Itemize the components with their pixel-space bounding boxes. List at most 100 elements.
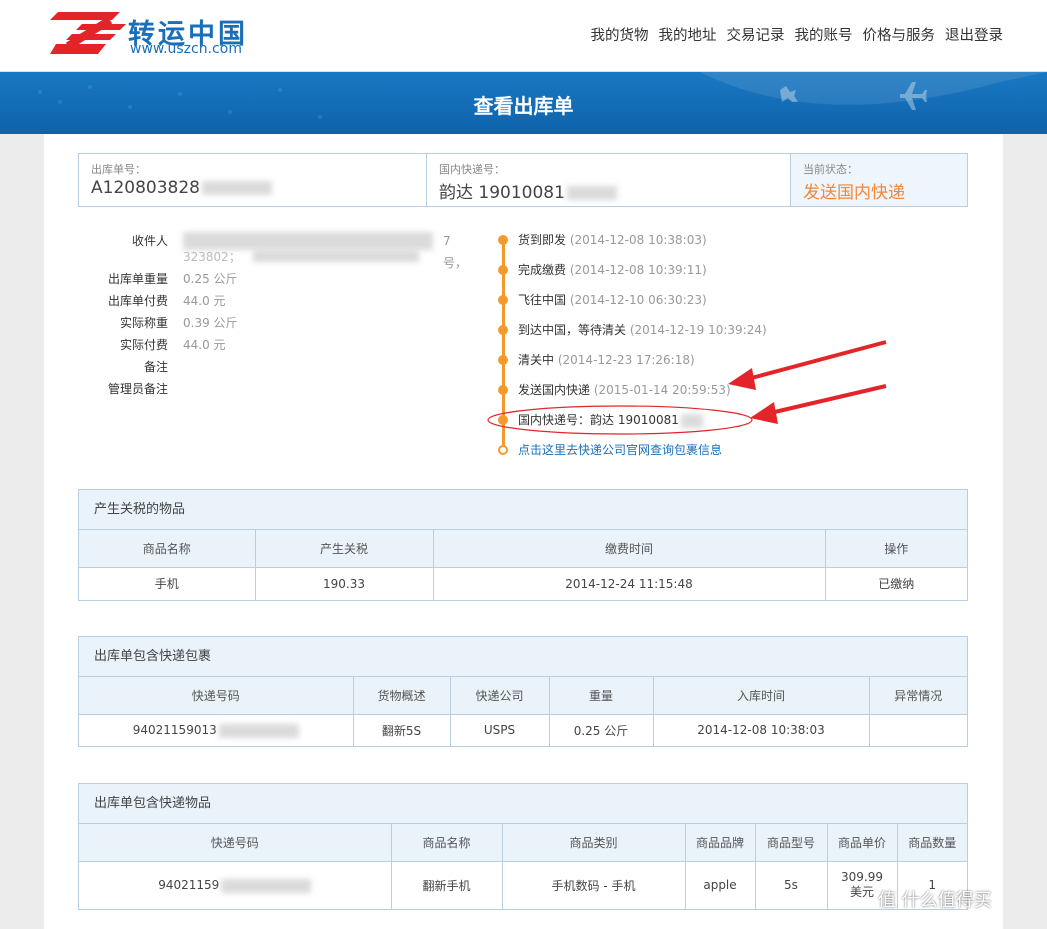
column-header: 重量 — [549, 677, 654, 715]
column-header: 货物概述 — [353, 677, 451, 715]
column-header: 快递号码 — [79, 824, 392, 862]
info-row-actual-fee: 实际付费 44.0 元 — [98, 334, 478, 356]
cell-item-name: 翻新手机 — [391, 861, 503, 909]
annotation-arrow-icon — [750, 384, 887, 424]
timeline-dot — [498, 265, 508, 275]
taxed-items-table: 商品名称 产生关税 缴费时间 操作 手机 190.33 2014-12-24 1… — [79, 530, 967, 600]
parcels-table: 快递号码 货物概述 快递公司 重量 入库时间 异常情况 94021159013 … — [79, 677, 967, 746]
logo-url: www.uszcn.com — [130, 41, 242, 57]
parcels-panel: 出库单包含快递包裹 快递号码 货物概述 快递公司 重量 入库时间 异常情况 94… — [78, 636, 968, 747]
column-header: 商品品牌 — [685, 824, 756, 862]
nav-my-address[interactable]: 我的地址 — [659, 24, 717, 45]
timeline-text: 飞往中国 — [518, 293, 567, 307]
redaction — [201, 181, 272, 195]
info-label: 管理员备注 — [107, 382, 168, 396]
cell-carrier: USPS — [450, 714, 550, 746]
info-label: 实际称重 — [119, 316, 168, 330]
tracking-number-text: 94021159 — [158, 878, 220, 892]
info-row-admin-note: 管理员备注 — [98, 378, 478, 400]
timeline-text: 货到即发 — [518, 233, 567, 247]
nav-pricing[interactable]: 价格与服务 — [863, 24, 936, 45]
status-cell: 当前状态： 发送国内快递 — [791, 154, 967, 206]
info-label: 实际付费 — [119, 338, 168, 352]
column-header: 产生关税 — [255, 530, 434, 568]
top-nav: 我的货物 我的地址 交易记录 我的账号 价格与服务 退出登录 — [581, 24, 1004, 45]
order-number-cell: 出库单号： A120803828 — [79, 154, 427, 206]
cell-item-name: 手机 — [79, 567, 256, 600]
cell-weight: 0.25 公斤 — [549, 714, 654, 746]
timeline-dot — [498, 295, 508, 305]
nav-transactions[interactable]: 交易记录 — [727, 24, 785, 45]
column-header: 入库时间 — [653, 677, 870, 715]
timeline-text: 国内快递号：韵达 19010081 — [518, 413, 679, 427]
info-row-fee: 出库单付费 44.0 元 — [98, 290, 478, 312]
annotation-arrow-icon — [728, 340, 887, 390]
timeline-dot — [498, 385, 508, 395]
table-row: 手机 190.33 2014-12-24 11:15:48 已缴纳 — [79, 567, 967, 600]
express-number-value: 韵达 19010081 — [439, 183, 565, 203]
info-label: 备注 — [143, 360, 168, 374]
info-row-actual-weight: 实际称重 0.39 公斤 — [98, 312, 478, 334]
timeline-text: 完成缴费 — [518, 263, 567, 277]
shipped-items-table: 快递号码 商品名称 商品类别 商品品牌 商品型号 商品单价 商品数量 94021… — [79, 824, 967, 909]
info-label: 出库单重量 — [107, 272, 168, 286]
nav-my-goods[interactable]: 我的货物 — [591, 24, 649, 45]
cell-description: 翻新5S — [353, 714, 451, 746]
redaction — [221, 878, 312, 893]
table-row: 94021159 翻新手机 手机数码 - 手机 apple 5s 309.99 … — [79, 861, 967, 909]
timeline-text: 发送国内快递 — [518, 383, 591, 397]
cell-exception — [869, 714, 967, 746]
timeline-dot — [498, 415, 508, 425]
info-value: 44.0 元 — [183, 338, 226, 352]
nav-logout[interactable]: 退出登录 — [945, 24, 1003, 45]
cell-tracking-number: 94021159 — [79, 861, 392, 909]
panel-title: 出库单包含快递物品 — [79, 784, 967, 824]
panel-title: 出库单包含快递包裹 — [79, 637, 967, 677]
redaction — [218, 723, 299, 738]
site-logo[interactable]: 转运中国 www.uszcn.com — [50, 10, 280, 60]
tracking-number-text: 94021159013 — [132, 723, 217, 737]
order-summary-bar: 出库单号： A120803828 国内快递号： 韵达 19010081 当前状态… — [78, 153, 968, 207]
info-label: 出库单付费 — [107, 294, 168, 308]
timeline-dot — [498, 235, 508, 245]
redaction — [253, 250, 419, 262]
column-header: 操作 — [825, 530, 967, 568]
column-header: 商品名称 — [391, 824, 503, 862]
express-number-cell: 国内快递号： 韵达 19010081 — [427, 154, 791, 206]
info-value: 44.0 元 — [183, 294, 226, 308]
status-value: 发送国内快递 — [803, 183, 905, 203]
column-header: 商品单价 — [827, 824, 898, 862]
redaction — [566, 186, 617, 200]
cell-received-time: 2014-12-08 10:38:03 — [653, 714, 870, 746]
cell-action: 已缴纳 — [825, 567, 967, 600]
page-banner: 查看出库单 — [0, 72, 1047, 134]
cell-brand: apple — [685, 861, 756, 909]
main-content: 出库单号： A120803828 国内快递号： 韵达 19010081 当前状态… — [44, 134, 1003, 929]
cell-paid-time: 2014-12-24 11:15:48 — [433, 567, 826, 600]
courier-tracking-link[interactable]: 点击这里去快递公司官网查询包裹信息 — [518, 441, 722, 458]
timeline-time: (2014-12-10 06:30:23) — [569, 293, 707, 307]
timeline-dot — [498, 355, 508, 365]
timeline-text: 到达中国，等待清关 — [518, 323, 627, 337]
column-header: 商品型号 — [755, 824, 828, 862]
nav-my-account[interactable]: 我的账号 — [795, 24, 853, 45]
cell-category: 手机数码 - 手机 — [502, 861, 686, 909]
column-header: 商品名称 — [79, 530, 256, 568]
column-header: 异常情况 — [869, 677, 967, 715]
table-row: 94021159013 翻新5S USPS 0.25 公斤 2014-12-08… — [79, 714, 967, 746]
watermark: 值 什么值得买 — [878, 890, 992, 911]
recipient-fragment: 7号， — [443, 234, 468, 270]
cell-tracking-number: 94021159013 — [79, 714, 354, 746]
timeline-dot — [498, 325, 508, 335]
info-value: 0.39 公斤 — [183, 316, 238, 330]
info-row-note: 备注 — [98, 356, 478, 378]
redaction — [680, 413, 703, 428]
recipient-fragment: 323802； — [183, 250, 241, 264]
order-number-label: 出库单号： — [91, 163, 146, 176]
taxed-items-panel: 产生关税的物品 商品名称 产生关税 缴费时间 操作 手机 190.33 2014… — [78, 489, 968, 601]
column-header: 快递号码 — [79, 677, 354, 715]
column-header: 快递公司 — [450, 677, 550, 715]
timeline-time: (2014-12-19 10:39:24) — [629, 323, 767, 337]
timeline-time: (2014-12-08 10:38:03) — [569, 233, 707, 247]
status-label: 当前状态： — [803, 163, 858, 176]
